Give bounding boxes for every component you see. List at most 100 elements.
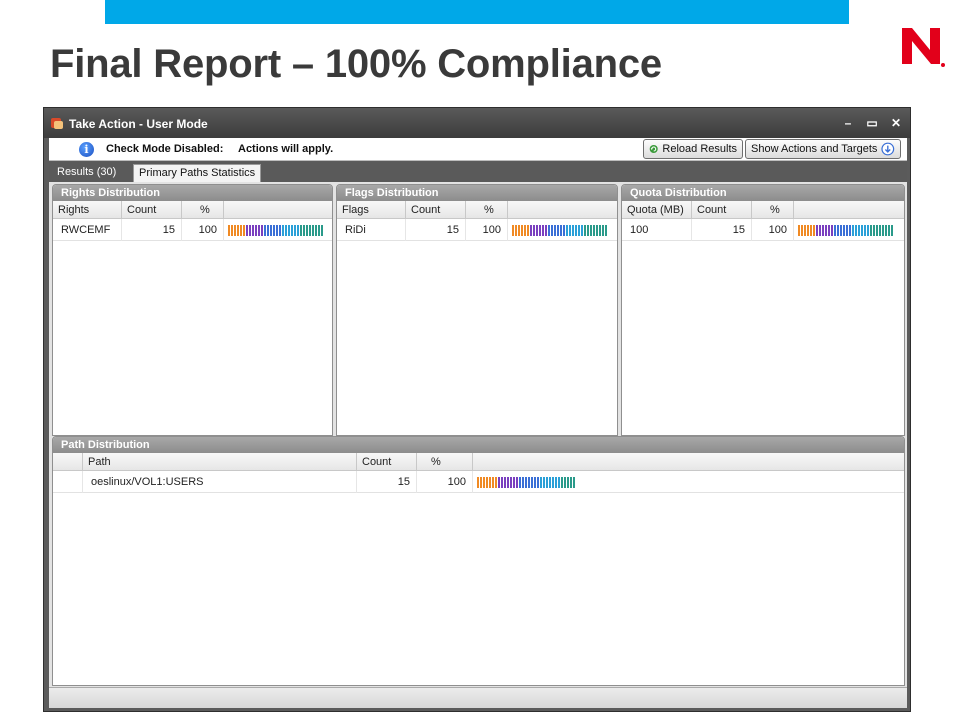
bar-segment (587, 224, 589, 236)
table-row[interactable]: oeslinux/VOL1:USERS 15 100 (53, 471, 904, 493)
window-titlebar[interactable]: Take Action - User Mode – ▭ ✕ (44, 108, 910, 138)
tab-results[interactable]: Results (30) (52, 164, 121, 182)
rights-column-headers: Rights Count % (53, 201, 332, 219)
bar-segment (527, 224, 529, 236)
bar-segment (834, 224, 836, 236)
bar-segment (498, 476, 500, 488)
status-bar (49, 687, 907, 708)
bar-segment (876, 224, 878, 236)
bar-segment (512, 224, 514, 236)
bar-segment (504, 476, 506, 488)
bar-segment (258, 224, 260, 236)
reload-results-button[interactable]: Reload Results (643, 139, 743, 159)
distribution-bar (508, 219, 617, 241)
rights-value: RWCEMF (53, 219, 122, 241)
bar-segment (255, 224, 257, 236)
distribution-bar (224, 219, 332, 241)
column-header-percent[interactable]: % (182, 201, 224, 219)
count-value: 15 (122, 219, 182, 241)
tab-primary-paths-statistics[interactable]: Primary Paths Statistics (133, 164, 262, 182)
bar-segment (567, 476, 569, 488)
bar-segment (543, 476, 545, 488)
slide-accent-bar (105, 0, 849, 24)
page-title: Final Report – 100% Compliance (50, 42, 662, 86)
flags-panel-title: Flags Distribution (337, 185, 617, 201)
bar-segment (228, 224, 230, 236)
bar-segment (596, 224, 598, 236)
rights-distribution-panel: Rights Distribution Rights Count % RWCEM… (52, 184, 333, 436)
bar-segment (861, 224, 863, 236)
column-header-percent[interactable]: % (752, 201, 794, 219)
column-header-percent[interactable]: % (466, 201, 508, 219)
bar-segment (572, 224, 574, 236)
bar-segment (590, 224, 592, 236)
table-row[interactable]: 100 15 100 (622, 219, 904, 241)
table-row[interactable]: RiDi 15 100 (337, 219, 617, 241)
flags-column-headers: Flags Count % (337, 201, 617, 219)
bar-segment (243, 224, 245, 236)
flags-distribution-panel: Flags Distribution Flags Count % RiDi 15… (336, 184, 618, 436)
column-header-count[interactable]: Count (122, 201, 182, 219)
app-icon (51, 118, 63, 129)
quota-value: 100 (622, 219, 692, 241)
bar-segment (840, 224, 842, 236)
bar-segment (521, 224, 523, 236)
bar-segment (831, 224, 833, 236)
bar-segment (843, 224, 845, 236)
maximize-icon[interactable]: ▭ (864, 116, 880, 130)
count-value: 15 (357, 471, 417, 493)
refresh-icon (649, 144, 658, 154)
column-header-bar (794, 201, 904, 219)
bar-segment (560, 224, 562, 236)
bar-segment (837, 224, 839, 236)
percent-value: 100 (182, 219, 224, 241)
column-header-count[interactable]: Count (692, 201, 752, 219)
path-distribution-panel: Path Distribution Path Count % oeslinux/… (52, 436, 905, 686)
minimize-icon[interactable]: – (840, 116, 856, 130)
bar-segment (870, 224, 872, 236)
count-value: 15 (406, 219, 466, 241)
bar-segment (524, 224, 526, 236)
check-mode-status: Actions will apply. (238, 143, 334, 155)
column-header-percent[interactable]: % (417, 453, 473, 471)
close-icon[interactable]: ✕ (888, 116, 904, 130)
bar-segment (813, 224, 815, 236)
bar-segment (477, 476, 479, 488)
bar-segment (570, 476, 572, 488)
bar-segment (822, 224, 824, 236)
info-icon: i (79, 142, 94, 157)
bar-segment (581, 224, 583, 236)
bar-segment (507, 476, 509, 488)
bar-segment (536, 224, 538, 236)
bar-segment (492, 476, 494, 488)
show-actions-targets-button[interactable]: Show Actions and Targets (745, 139, 901, 159)
bar-segment (234, 224, 236, 236)
column-header-path[interactable]: Path (83, 453, 357, 471)
bar-segment (486, 476, 488, 488)
bar-segment (495, 476, 497, 488)
column-header-quota[interactable]: Quota (MB) (622, 201, 692, 219)
bar-segment (888, 224, 890, 236)
bar-segment (867, 224, 869, 236)
bar-segment (519, 476, 521, 488)
bar-segment (231, 224, 233, 236)
bar-segment (246, 224, 248, 236)
bar-segment (321, 224, 323, 236)
bar-segment (294, 224, 296, 236)
column-header-rights[interactable]: Rights (53, 201, 122, 219)
bar-segment (885, 224, 887, 236)
bar-segment (510, 476, 512, 488)
column-header-bar (224, 201, 332, 219)
bar-segment (807, 224, 809, 236)
bar-segment (546, 476, 548, 488)
bar-segment (303, 224, 305, 236)
column-header-count[interactable]: Count (357, 453, 417, 471)
bar-segment (555, 476, 557, 488)
bar-segment (318, 224, 320, 236)
column-header-count[interactable]: Count (406, 201, 466, 219)
column-header-flags[interactable]: Flags (337, 201, 406, 219)
table-row[interactable]: RWCEMF 15 100 (53, 219, 332, 241)
bar-segment (575, 224, 577, 236)
bar-segment (270, 224, 272, 236)
bar-segment (825, 224, 827, 236)
